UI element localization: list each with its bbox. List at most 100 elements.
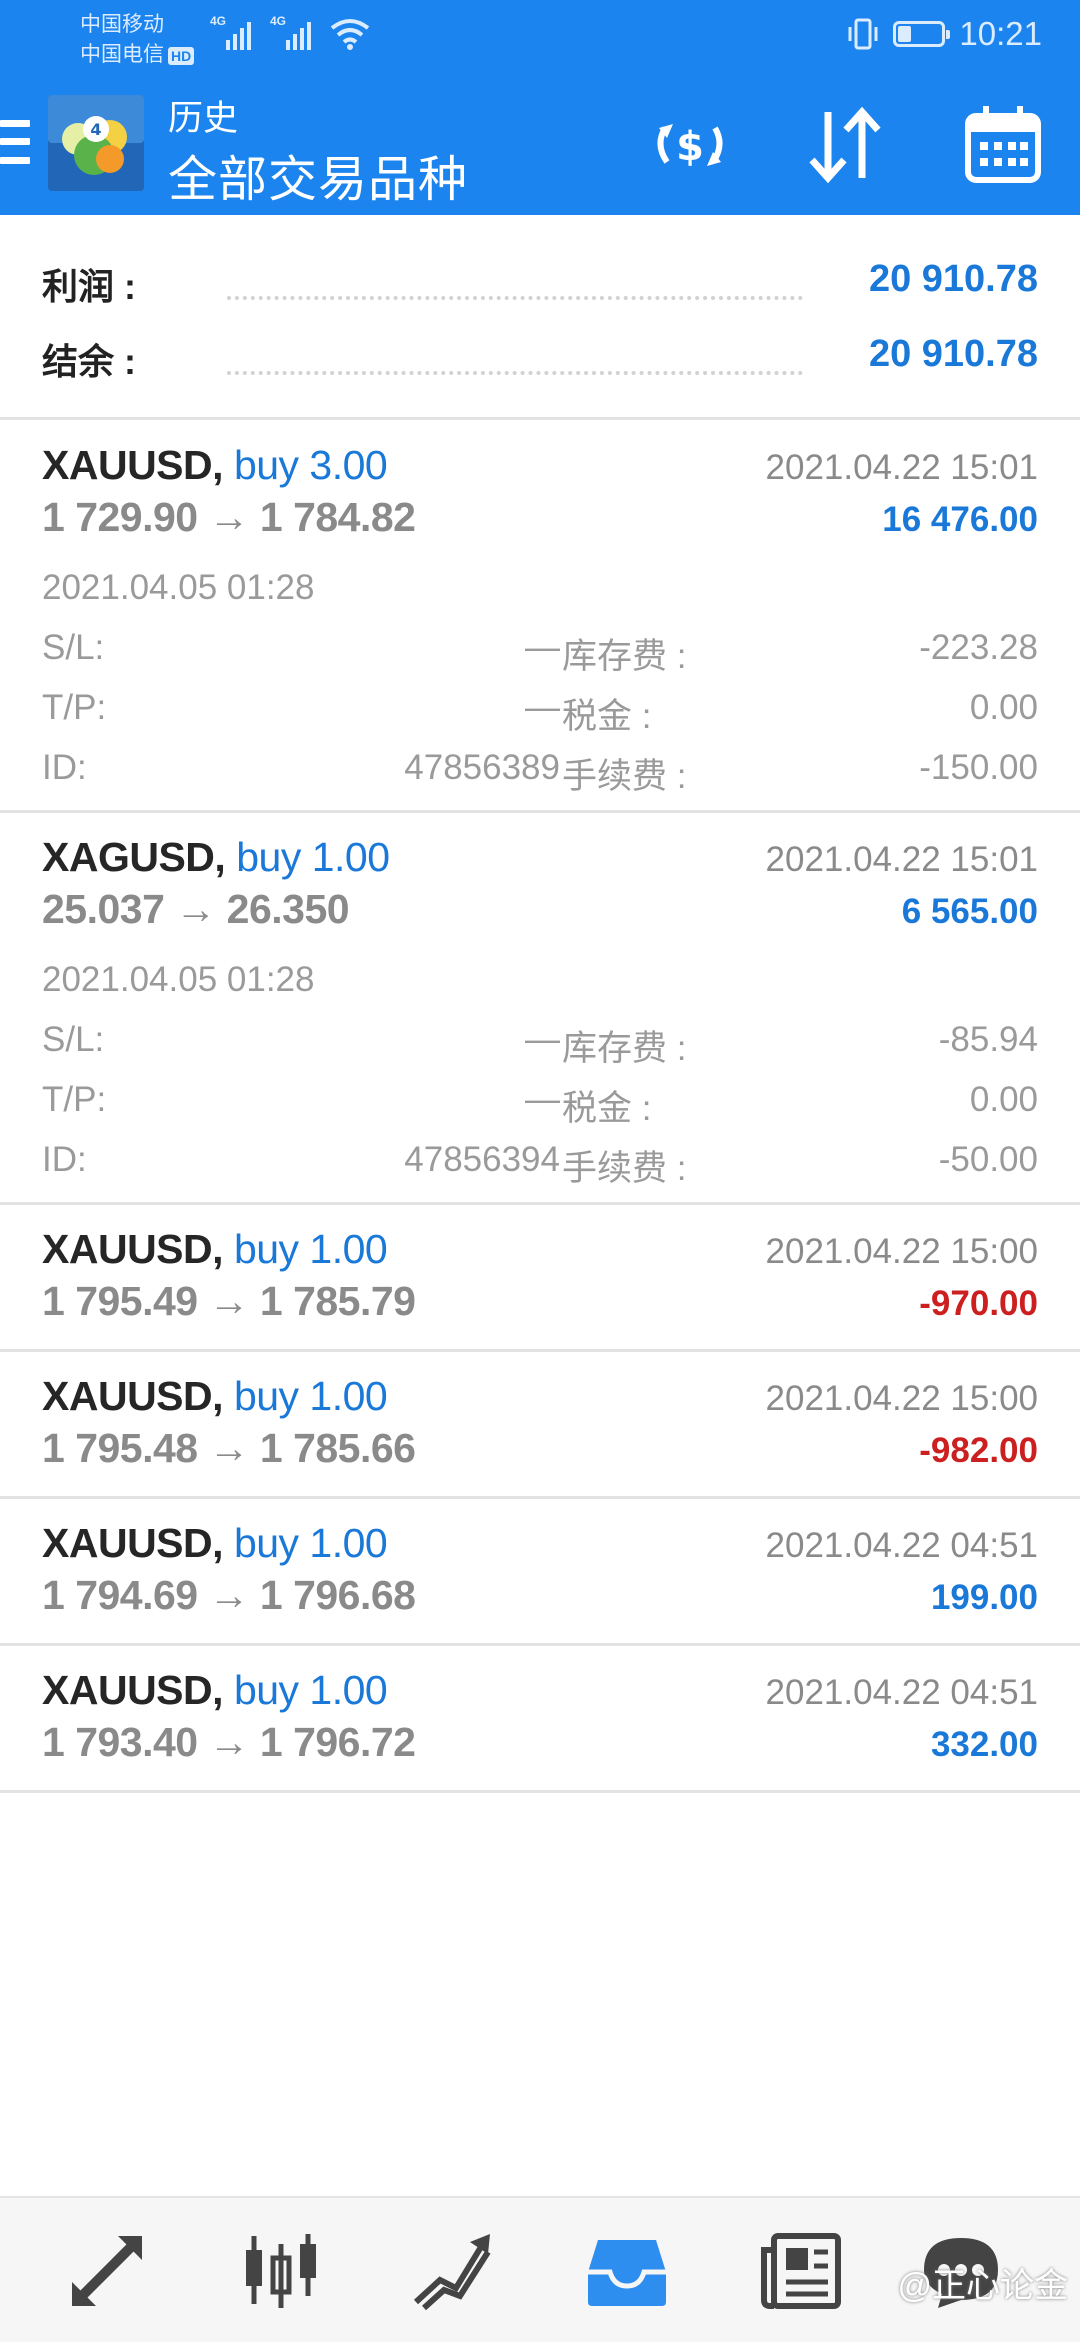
wifi-icon <box>330 19 370 50</box>
chart-icon[interactable] <box>238 2230 324 2310</box>
swap-value: -223.28 <box>919 628 1038 667</box>
deal-profit: 16 476.00 <box>882 500 1038 539</box>
carrier-2: 中国电信 HD <box>80 38 195 68</box>
tp-value: — <box>525 688 560 727</box>
fee-value: -50.00 <box>938 1140 1038 1179</box>
history-icon[interactable] <box>584 2230 670 2310</box>
profit-row: 利润 : 20 910.78 <box>42 258 1038 318</box>
deal-symbol: XAGUSD, buy 1.00 <box>42 834 390 881</box>
sort-icon[interactable] <box>800 100 890 190</box>
deal-symbol: XAUUSD, buy 1.00 <box>42 1520 388 1567</box>
summary-panel: 利润 : 20 910.78 结余 : 20 910.78 <box>0 218 1080 418</box>
tax-value: 0.00 <box>969 1080 1038 1119</box>
symbol-label: XAUUSD, <box>42 442 224 488</box>
deal-row-expanded[interactable]: XAUUSD, buy 3.00 1 729.90 → 1 784.82 202… <box>0 420 1080 810</box>
detail-row-id: ID: 47856394 手续费 : -50.00 <box>42 1140 1038 1188</box>
bottom-nav: @正心论金 <box>0 2196 1080 2342</box>
deal-side: buy 1.00 <box>233 1667 388 1713</box>
tax-label: 税金 : <box>562 697 652 736</box>
deal-side: buy 1.00 <box>233 1520 388 1566</box>
sl-value: — <box>525 628 560 667</box>
deal-prices: 1 795.49 → 1 785.79 <box>42 1278 416 1324</box>
deal-profit: -970.00 <box>919 1284 1038 1323</box>
deal-row[interactable]: XAUUSD, buy 1.00 1 795.49 → 1 785.79 202… <box>0 1204 1080 1348</box>
profit-label: 利润 : <box>42 266 136 307</box>
fee-value: -150.00 <box>919 748 1038 787</box>
profit-value: 20 910.78 <box>868 258 1038 300</box>
detail-row-tp: T/P: — 税金 : 0.00 <box>42 1080 1038 1128</box>
menu-icon[interactable] <box>0 120 30 164</box>
symbol-label: XAUUSD, <box>42 1373 224 1419</box>
page-title: 历史 <box>168 99 239 138</box>
tp-label: T/P: <box>42 1080 107 1119</box>
hd-badge: HD <box>168 47 195 65</box>
network-2-label: 4G <box>270 14 287 28</box>
battery-icon <box>893 21 951 47</box>
balance-value: 20 910.78 <box>868 333 1038 375</box>
sl-value: — <box>525 1020 560 1059</box>
deal-side: buy 1.00 <box>236 834 390 880</box>
symbol-label: XAUUSD, <box>42 1667 224 1713</box>
news-icon[interactable] <box>758 2230 844 2310</box>
balance-row: 结余 : 20 910.78 <box>42 333 1038 393</box>
svg-text:4: 4 <box>90 120 101 139</box>
deal-profit: -982.00 <box>919 1431 1038 1470</box>
deal-prices: 25.037 → 26.350 <box>42 886 350 932</box>
sl-label: S/L: <box>42 1020 105 1059</box>
sl-label: S/L: <box>42 628 105 667</box>
divider <box>0 1790 1080 1793</box>
deal-open-time: 2021.04.05 01:28 <box>42 568 315 607</box>
deal-symbol: XAUUSD, buy 1.00 <box>42 1226 388 1273</box>
app-header: 中国移动 中国电信 HD 4G 4G 10:21 4 历史 全部交易品种 $ <box>0 0 1080 215</box>
dotted-leader <box>227 371 803 375</box>
deal-row-expanded[interactable]: XAGUSD, buy 1.00 25.037 → 26.350 2021.04… <box>0 812 1080 1202</box>
trade-icon[interactable] <box>410 2230 496 2310</box>
currency-exchange-icon[interactable]: $ <box>645 100 735 190</box>
deal-prices: 1 794.69 → 1 796.68 <box>42 1572 416 1618</box>
symbol-label: XAUUSD, <box>42 1226 224 1272</box>
fee-label: 手续费 : <box>562 757 687 796</box>
deal-prices: 1 793.40 → 1 796.72 <box>42 1719 416 1765</box>
status-bar: 中国移动 中国电信 HD 4G 4G 10:21 <box>0 0 1080 70</box>
deal-close-time: 2021.04.22 04:51 <box>765 1526 1038 1565</box>
quotes-icon[interactable] <box>66 2230 152 2310</box>
deal-open-time: 2021.04.05 01:28 <box>42 960 315 999</box>
id-value: 47856389 <box>404 748 560 787</box>
svg-text:$: $ <box>676 124 704 170</box>
deal-prices: 1 729.90 → 1 784.82 <box>42 494 416 540</box>
deal-side: buy 1.00 <box>233 1226 388 1272</box>
detail-row-tp: T/P: — 税金 : 0.00 <box>42 688 1038 736</box>
deal-side: buy 3.00 <box>233 442 388 488</box>
vibrate-icon <box>848 18 878 50</box>
deal-row[interactable]: XAUUSD, buy 1.00 1 794.69 → 1 796.68 202… <box>0 1498 1080 1642</box>
symbol-filter[interactable]: 全部交易品种 <box>168 140 468 211</box>
dotted-leader <box>227 296 803 300</box>
signal-1-icon: 4G <box>210 14 260 50</box>
swap-label: 库存费 : <box>562 1029 687 1068</box>
tp-label: T/P: <box>42 688 107 727</box>
metatrader-logo-icon: 4 <box>48 95 144 191</box>
deal-symbol: XAUUSD, buy 1.00 <box>42 1373 388 1420</box>
signal-2-icon: 4G <box>270 14 320 50</box>
fee-label: 手续费 : <box>562 1149 687 1188</box>
carrier-1: 中国移动 <box>80 13 164 36</box>
deal-close-time: 2021.04.22 15:01 <box>765 448 1038 487</box>
status-right: 10:21 <box>847 14 1042 54</box>
symbol-label: XAGUSD, <box>42 834 226 880</box>
calendar-icon[interactable] <box>958 100 1048 190</box>
deal-symbol: XAUUSD, buy 1.00 <box>42 1667 388 1714</box>
deal-profit: 6 565.00 <box>901 892 1038 931</box>
deal-close-time: 2021.04.22 15:01 <box>765 840 1038 879</box>
clock: 10:21 <box>959 15 1042 52</box>
tp-value: — <box>525 1080 560 1119</box>
swap-label: 库存费 : <box>562 637 687 676</box>
deal-prices: 1 795.48 → 1 785.66 <box>42 1425 416 1471</box>
deal-row[interactable]: XAUUSD, buy 1.00 1 793.40 → 1 796.72 202… <box>0 1645 1080 1789</box>
deal-close-time: 2021.04.22 15:00 <box>765 1232 1038 1271</box>
symbol-label: XAUUSD, <box>42 1520 224 1566</box>
tax-label: 税金 : <box>562 1089 652 1128</box>
detail-row-sl: S/L: — 库存费 : -85.94 <box>42 1020 1038 1068</box>
deal-row[interactable]: XAUUSD, buy 1.00 1 795.48 → 1 785.66 202… <box>0 1351 1080 1495</box>
balance-label: 结余 : <box>42 341 136 382</box>
network-1-label: 4G <box>210 14 227 28</box>
